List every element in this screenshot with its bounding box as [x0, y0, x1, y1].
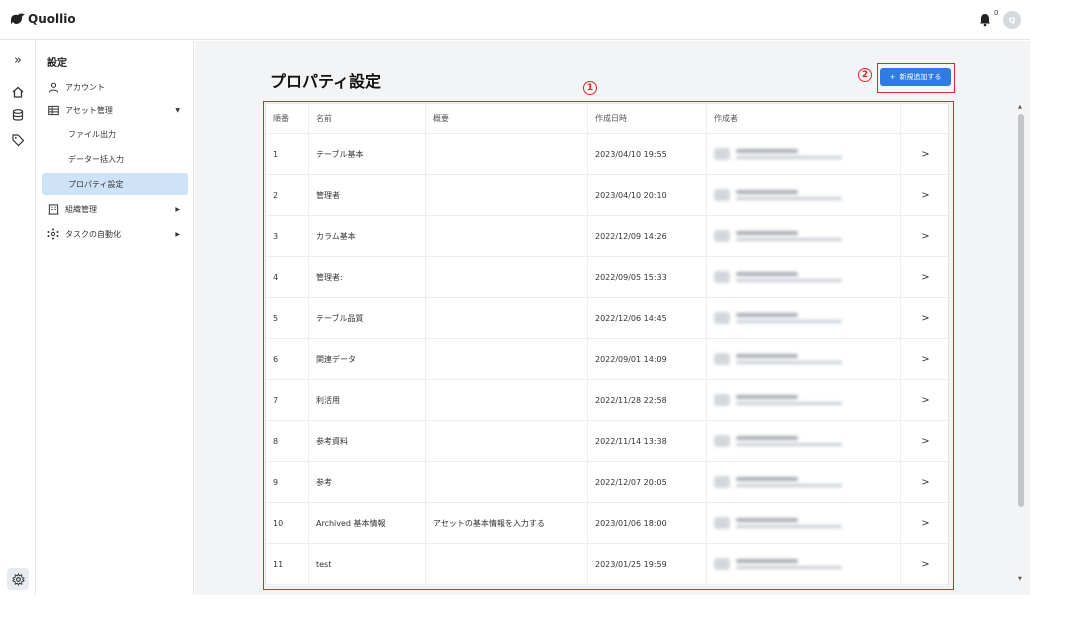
database-icon[interactable] [9, 106, 27, 124]
sidebar-item-account[interactable]: アカウント [42, 76, 188, 98]
quollio-logo-icon [11, 13, 25, 24]
sidebar-item-label: プロパティ設定 [68, 179, 124, 189]
sidebar-item-property-settings[interactable]: プロパティ設定 [42, 173, 188, 195]
icon-rail: » [0, 41, 36, 595]
sidebar-item-label: ファイル出力 [68, 129, 116, 139]
sidebar-item-label: データー括入力 [68, 154, 124, 164]
table-icon [47, 104, 59, 116]
scrollbar-thumb[interactable] [1018, 114, 1024, 507]
home-icon[interactable] [9, 83, 27, 101]
sidebar-title: 設定 [47, 58, 67, 69]
notification-count: 0 [994, 9, 999, 17]
page-scrollbar[interactable]: ▲ ▼ [1017, 104, 1025, 590]
automation-icon [47, 228, 59, 240]
annotation-marker-1: 1 [583, 81, 597, 95]
top-bar: Quollio 0 Q [0, 0, 1030, 40]
expand-sidebar-icon[interactable]: » [9, 51, 27, 69]
building-icon [47, 203, 59, 215]
scroll-up-icon[interactable]: ▲ [1018, 104, 1022, 110]
page-title: プロパティ設定 [270, 72, 382, 91]
app-logo[interactable]: Quollio [10, 12, 76, 26]
sidebar-item-organization[interactable]: 組織管理 ▶ [42, 198, 188, 220]
sidebar-item-file-export[interactable]: ファイル出力 [42, 123, 188, 145]
user-icon [47, 81, 59, 93]
sidebar-item-label: 組織管理 [65, 204, 97, 214]
app-name: Quollio [28, 12, 76, 26]
user-avatar[interactable]: Q [1003, 11, 1021, 29]
main-content: プロパティ設定 1 2 + 新規追加する 順番 名前 概要 作成日時 作成者 1… [195, 41, 1030, 595]
caret-down-icon: ▼ [175, 106, 180, 114]
sidebar-item-label: タスクの自動化 [65, 229, 121, 239]
scroll-down-icon[interactable]: ▼ [1018, 576, 1022, 582]
settings-gear-icon[interactable] [7, 568, 29, 590]
sidebar-item-label: アカウント [65, 82, 105, 92]
annotation-frame-button [877, 63, 955, 93]
caret-right-icon: ▶ [175, 230, 180, 238]
annotation-marker-2: 2 [858, 68, 872, 82]
annotation-frame-table [263, 101, 954, 590]
sidebar-item-task-automation[interactable]: タスクの自動化 ▶ [42, 223, 188, 245]
notification-bell-icon[interactable] [978, 13, 992, 27]
sidebar-item-asset-management[interactable]: アセット管理 ▼ [42, 99, 188, 121]
caret-right-icon: ▶ [175, 205, 180, 213]
settings-sidebar: 設定 アカウント アセット管理 ▼ ファイル出力 データー括入力 プロパティ設定… [37, 41, 194, 595]
tag-icon[interactable] [9, 131, 27, 149]
sidebar-item-label: アセット管理 [65, 105, 113, 115]
sidebar-item-bulk-import[interactable]: データー括入力 [42, 148, 188, 170]
